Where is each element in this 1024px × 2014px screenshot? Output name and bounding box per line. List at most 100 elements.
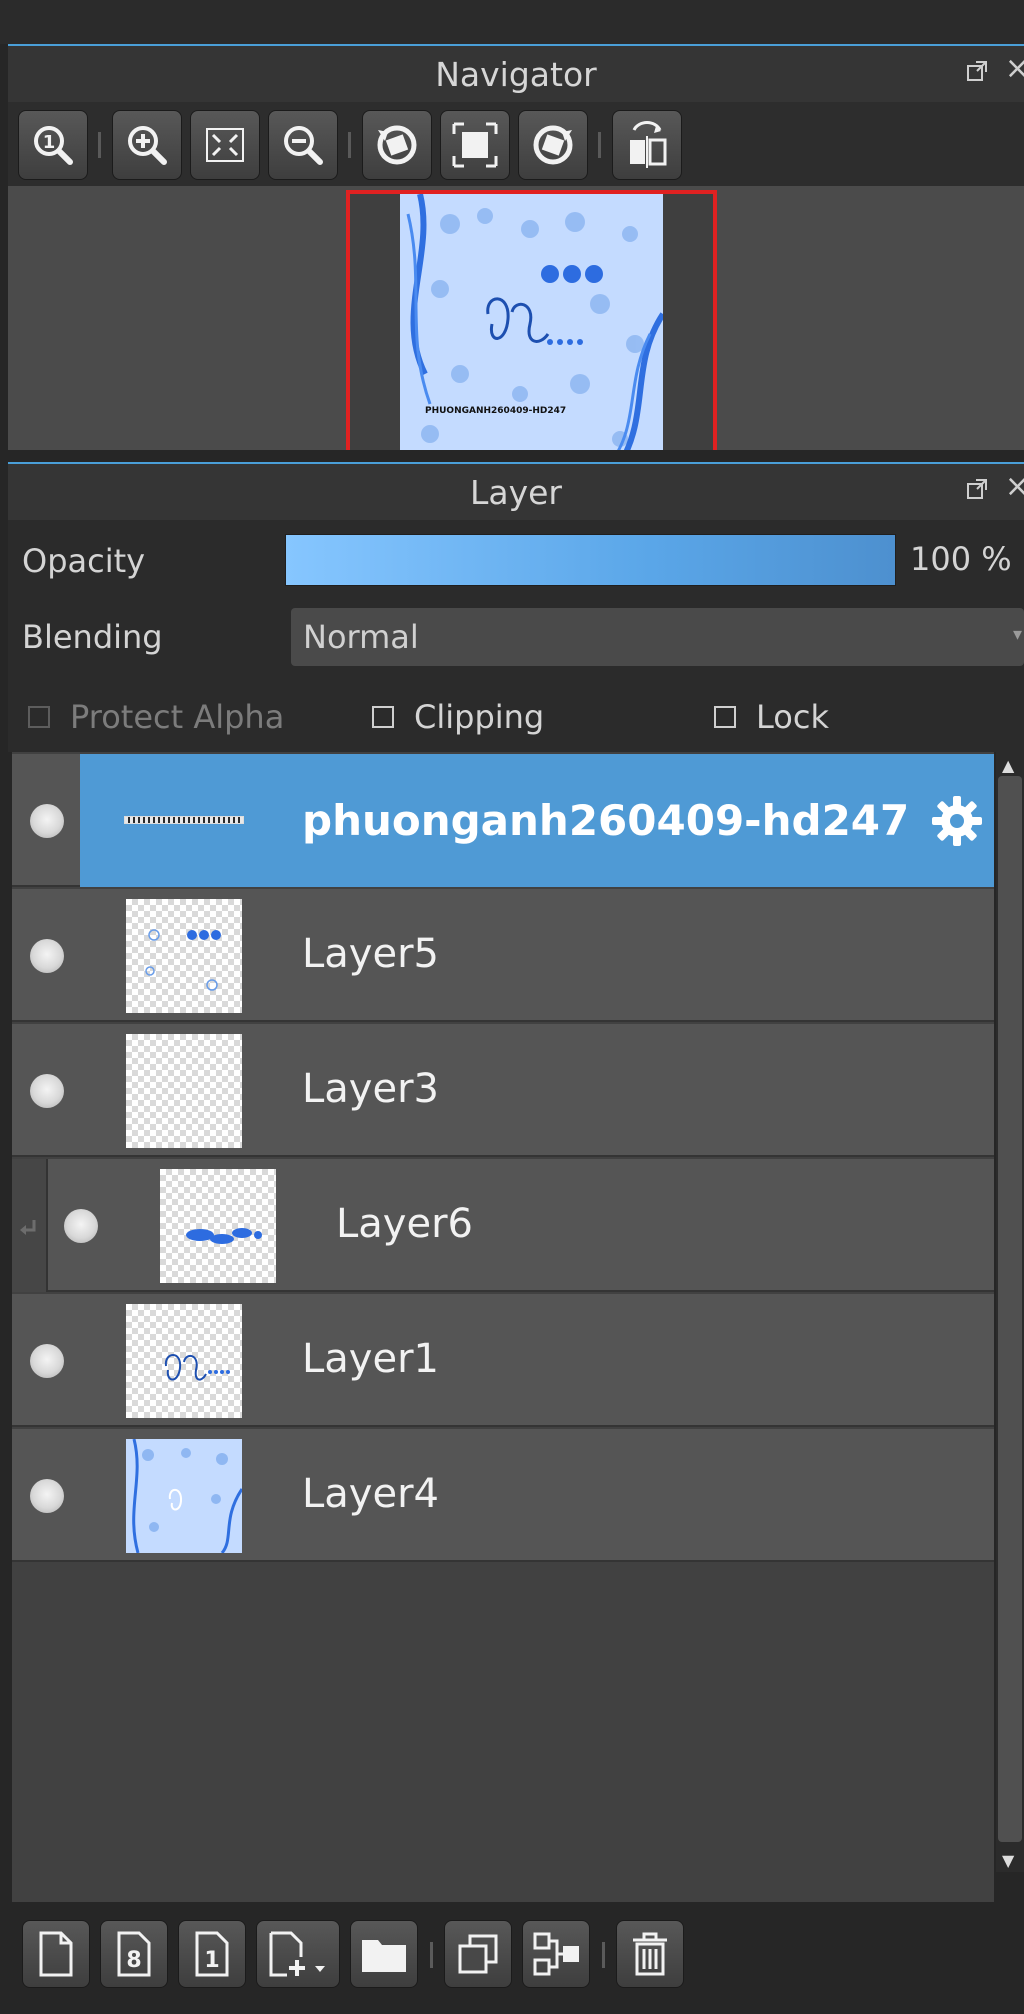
clipping-label: Clipping: [414, 698, 545, 736]
new-8bit-layer-button[interactable]: 8: [100, 1920, 168, 1988]
visibility-toggle-icon[interactable]: [30, 939, 64, 973]
rotate-right-button[interactable]: [518, 110, 588, 180]
navigator-header: Navigator ×: [8, 44, 1024, 102]
visibility-toggle-icon[interactable]: [30, 1344, 64, 1378]
navigator-toolbar: 1: [8, 102, 1024, 186]
reset-rotation-icon: [452, 122, 498, 168]
new-layer-icon: [39, 1931, 73, 1977]
flip-horizontal-icon: [630, 121, 667, 168]
zoom-in-button[interactable]: [112, 110, 182, 180]
add-layer-menu-button[interactable]: [256, 1920, 340, 1988]
navigator-title: Navigator: [435, 54, 597, 94]
new-1bit-layer-icon: 1: [195, 1931, 229, 1977]
visibility-toggle-icon[interactable]: [30, 1074, 64, 1108]
zoom-out-icon: [284, 126, 323, 165]
layer-name: Layer4: [302, 1471, 439, 1517]
layer-title: Layer: [469, 472, 562, 512]
top-strip: [0, 0, 1024, 44]
layer-row[interactable]: Layer5: [12, 889, 994, 1022]
new-folder-icon: [362, 1940, 406, 1972]
layer-name: Layer3: [302, 1066, 439, 1112]
layer-scrollbar[interactable]: ▲ ▼: [996, 752, 1024, 1872]
trash-icon: [633, 1932, 667, 1976]
opacity-fill: [286, 535, 895, 585]
protect-alpha-checkbox[interactable]: Protect Alpha: [28, 698, 284, 736]
layer-name: Layer6: [336, 1201, 473, 1247]
scroll-thumb[interactable]: [998, 776, 1022, 1842]
layer-row[interactable]: Layer3: [12, 1024, 994, 1157]
layer-properties: Opacity 100 % Blending Normal ▾ Protect …: [8, 520, 1024, 752]
rotate-right-icon: [533, 125, 573, 165]
close-icon[interactable]: ×: [1005, 472, 1024, 502]
add-layer-menu-icon: [269, 1931, 325, 1977]
scroll-down-icon[interactable]: ▼: [1002, 1851, 1014, 1870]
layer-name: phuonganh260409-hd247: [302, 796, 910, 845]
text-layer-thumbnail: [124, 816, 244, 824]
new-8bit-layer-icon: 8: [117, 1931, 151, 1977]
rotate-left-button[interactable]: [362, 110, 432, 180]
popout-icon[interactable]: [966, 60, 988, 82]
layer-thumbnail: [126, 1304, 242, 1418]
flip-horizontal-button[interactable]: [612, 110, 682, 180]
blending-label: Blending: [22, 618, 163, 656]
navigator-preview[interactable]: PHUONGANH260409-HD247: [8, 186, 1024, 450]
protect-alpha-label: Protect Alpha: [70, 698, 285, 736]
opacity-value: 100 %: [910, 540, 1012, 578]
layer-row[interactable]: phuonganh260409-hd247: [12, 754, 994, 887]
merge-down-button[interactable]: [522, 1920, 590, 1988]
new-1bit-layer-button[interactable]: 1: [178, 1920, 246, 1988]
blending-select[interactable]: Normal ▾: [291, 608, 1024, 666]
duplicate-layer-button[interactable]: [444, 1920, 512, 1988]
duplicate-layer-icon: [458, 1934, 498, 1974]
lock-label: Lock: [756, 698, 829, 736]
opacity-slider[interactable]: [285, 534, 896, 586]
layer-thumbnail: [126, 899, 242, 1013]
clipping-indicator: [12, 1159, 48, 1292]
fit-screen-icon: [206, 128, 244, 162]
reset-rotation-button[interactable]: [440, 110, 510, 180]
layer-row[interactable]: Layer4: [12, 1429, 994, 1562]
layer-list: phuonganh260409-hd247 Layer5 Layer3 Laye…: [12, 752, 994, 1902]
delete-layer-button[interactable]: [616, 1920, 684, 1988]
layer-bottom-toolbar: 8 1: [8, 1902, 1024, 2014]
layer-row[interactable]: Layer6: [12, 1159, 994, 1292]
layer-name: Layer5: [302, 931, 439, 977]
preview-caption: PHUONGANH260409-HD247: [425, 406, 567, 416]
checkbox-box: [714, 706, 736, 728]
canvas-preview: PHUONGANH260409-HD247: [400, 194, 663, 450]
svg-text:8: 8: [126, 1948, 141, 1973]
lock-checkbox[interactable]: Lock: [714, 698, 829, 736]
visibility-toggle-icon[interactable]: [64, 1209, 98, 1243]
visibility-toggle-icon[interactable]: [30, 1479, 64, 1513]
popout-icon[interactable]: [966, 478, 988, 500]
zoom-actual-button[interactable]: 1: [18, 110, 88, 180]
layer-header: Layer ×: [8, 462, 1024, 520]
navigator-view-frame[interactable]: PHUONGANH260409-HD247: [346, 190, 717, 450]
svg-text:1: 1: [204, 1948, 219, 1973]
svg-text:1: 1: [43, 132, 56, 153]
layer-thumbnail: [126, 1034, 242, 1148]
blending-value: Normal: [303, 618, 419, 656]
zoom-actual-icon: 1: [34, 126, 73, 165]
checkbox-box: [28, 706, 50, 728]
clip-arrow-icon: [20, 1220, 36, 1235]
zoom-in-icon: [128, 126, 167, 165]
new-layer-button[interactable]: [22, 1920, 90, 1988]
close-icon[interactable]: ×: [1005, 54, 1024, 84]
layer-name: Layer1: [302, 1336, 439, 1382]
rotate-left-icon: [377, 125, 417, 165]
gear-icon[interactable]: [928, 792, 986, 850]
layer-thumbnail: [160, 1169, 276, 1283]
zoom-out-button[interactable]: [268, 110, 338, 180]
clipping-checkbox[interactable]: Clipping: [372, 698, 544, 736]
chevron-down-icon: ▾: [1012, 624, 1022, 645]
new-folder-button[interactable]: [350, 1920, 418, 1988]
fit-screen-button[interactable]: [190, 110, 260, 180]
layer-row[interactable]: Layer1: [12, 1294, 994, 1427]
scroll-up-icon[interactable]: ▲: [1002, 756, 1014, 775]
merge-down-icon: [533, 1932, 579, 1976]
visibility-toggle-icon[interactable]: [30, 804, 64, 838]
opacity-label: Opacity: [22, 542, 146, 580]
checkbox-box: [372, 706, 394, 728]
layer-thumbnail: [126, 1439, 242, 1553]
